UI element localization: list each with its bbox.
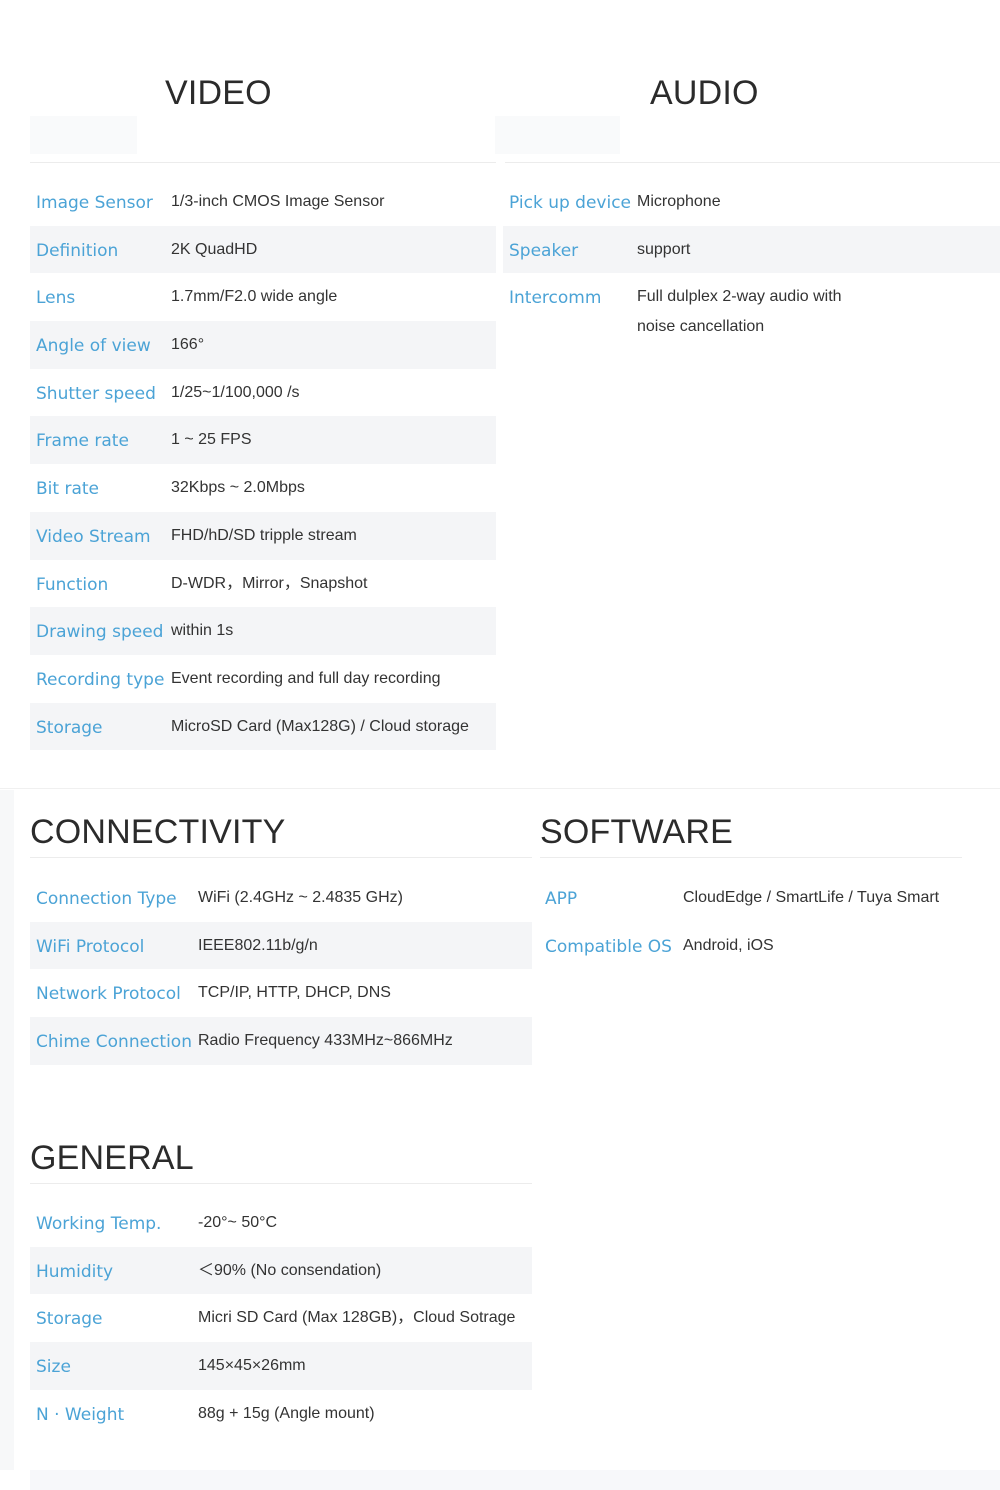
software-spec-row: APP CloudEdge / SmartLife / Tuya Smart bbox=[539, 874, 969, 922]
general-spec-label: Size bbox=[36, 1357, 71, 1378]
video-spec-label: Image Sensor bbox=[36, 193, 153, 213]
software-title: SOFTWARE bbox=[540, 813, 733, 851]
video-spec-value: 166° bbox=[171, 336, 205, 354]
general-spec-row: N · Weight 88g + 15g (Angle mount) bbox=[30, 1390, 532, 1438]
video-spec-row: Bit rate 32Kbps ~ 2.0Mbps bbox=[30, 464, 496, 512]
general-title: GENERAL bbox=[30, 1139, 194, 1177]
video-spec-row: Image Sensor 1/3-inch CMOS Image Sensor bbox=[30, 178, 496, 226]
video-spec-row: Frame rate 1 ~ 25 FPS bbox=[30, 416, 496, 465]
video-title-rule bbox=[30, 162, 496, 163]
audio-spec-value: Full dulplex 2-way audio with noise canc… bbox=[637, 288, 842, 336]
bottom-band bbox=[30, 1470, 1000, 1490]
video-spec-value: 32Kbps ~ 2.0Mbps bbox=[171, 479, 305, 497]
general-spec-label: N · Weight bbox=[36, 1404, 125, 1425]
video-spec-value: 1.7mm/F2.0 wide angle bbox=[171, 288, 338, 306]
video-spec-row: Definition 2K QuadHD bbox=[30, 225, 496, 274]
video-spec-label: Bit rate bbox=[36, 479, 99, 500]
audio-spec-row: Intercomm Full dulplex 2-way audio with n… bbox=[503, 273, 1000, 342]
software-spec-value: CloudEdge / SmartLife / Tuya Smart bbox=[683, 889, 940, 906]
video-spec-value: MicroSD Card (Max128G) / Cloud storage bbox=[171, 717, 469, 735]
video-spec-value: within 1s bbox=[171, 622, 234, 640]
general-spec-value: 88g + 15g (Angle mount) bbox=[198, 1404, 375, 1422]
connectivity-spec-row: Network Protocol TCP/IP, HTTP, DHCP, DNS bbox=[30, 969, 532, 1017]
connectivity-spec-row: WiFi Protocol IEEE802.11b/g/n bbox=[30, 921, 532, 970]
audio-spec-table: Pick up device Microphone Speaker support In… bbox=[503, 178, 1000, 342]
video-spec-value: 1/3-inch CMOS Image Sensor bbox=[171, 193, 385, 210]
connectivity-spec-label: Chime Connection bbox=[36, 1032, 192, 1053]
general-spec-row: Working Temp. -20°~ 50°C bbox=[30, 1199, 532, 1247]
audio-spec-label: Speaker bbox=[509, 240, 579, 261]
video-spec-value: 2K QuadHD bbox=[171, 240, 258, 258]
video-title-ghost bbox=[30, 116, 137, 154]
section-divider bbox=[0, 788, 1000, 789]
video-spec-label: Frame rate bbox=[36, 431, 129, 452]
general-spec-value: -20°~ 50°C bbox=[198, 1214, 278, 1231]
audio-spec-value: support bbox=[637, 240, 691, 258]
general-spec-row: Humidity ＜90% (No consendation) bbox=[30, 1246, 532, 1295]
video-spec-label: Recording type bbox=[36, 669, 165, 690]
connectivity-spec-row: Chime Connection Radio Frequency 433MHz~8… bbox=[30, 1017, 532, 1065]
video-spec-label: Video Stream bbox=[36, 526, 151, 547]
video-spec-value: 1 ~ 25 FPS bbox=[171, 431, 252, 449]
general-spec-value: Micri SD Card (Max 128GB)，Cloud Sotrage bbox=[198, 1309, 516, 1327]
video-spec-label: Definition bbox=[36, 240, 119, 261]
general-spec-value: 145×45×26mm bbox=[198, 1357, 306, 1375]
audio-title-rule bbox=[505, 162, 1000, 163]
audio-spec-label: Intercomm bbox=[509, 288, 602, 309]
general-title-rule bbox=[30, 1183, 532, 1184]
video-spec-row: Angle of view 166° bbox=[30, 321, 496, 369]
video-spec-row: Shutter speed 1/25~1/100,000 /s bbox=[30, 369, 496, 417]
video-spec-label: Function bbox=[36, 574, 109, 595]
general-spec-label: Storage bbox=[36, 1309, 103, 1330]
video-spec-row: Function D-WDR，Mirror，Snapshot bbox=[30, 560, 496, 608]
audio-spec-row: Speaker support bbox=[503, 225, 1000, 274]
connectivity-spec-value: IEEE802.11b/g/n bbox=[198, 936, 318, 954]
connectivity-spec-label: WiFi Protocol bbox=[36, 936, 145, 957]
software-spec-row: Compatible OS Android, iOS bbox=[539, 922, 969, 970]
video-spec-label: Drawing speed bbox=[36, 622, 164, 643]
connectivity-spec-row: Connection Type WiFi (2.4GHz ~ 2.4835 GHz… bbox=[30, 874, 532, 922]
connectivity-spec-label: Network Protocol bbox=[36, 984, 181, 1005]
software-spec-label: Compatible OS bbox=[545, 936, 672, 957]
video-spec-row: Video Stream FHD/hD/SD tripple stream bbox=[30, 511, 496, 560]
video-spec-row: Recording type Event recording and full d… bbox=[30, 655, 496, 703]
general-spec-row: Storage Micri SD Card (Max 128GB)，Cloud S… bbox=[30, 1294, 532, 1342]
general-spec-value: ＜90% (No consendation) bbox=[198, 1261, 382, 1279]
video-spec-label: Lens bbox=[36, 288, 76, 309]
video-spec-row: Drawing speed within 1s bbox=[30, 607, 496, 655]
software-spec-table: APP CloudEdge / SmartLife / Tuya Smart Com… bbox=[539, 874, 969, 969]
audio-spec-row: Pick up device Microphone bbox=[503, 178, 1000, 226]
general-spec-label: Humidity bbox=[36, 1261, 114, 1282]
video-spec-label: Shutter speed bbox=[36, 383, 156, 404]
left-edge-band bbox=[0, 790, 14, 1470]
general-spec-label: Working Temp. bbox=[36, 1214, 162, 1234]
connectivity-spec-value: Radio Frequency 433MHz~866MHz bbox=[198, 1032, 453, 1050]
video-spec-row: Storage MicroSD Card (Max128G) / Cloud st… bbox=[30, 702, 496, 751]
video-spec-value: FHD/hD/SD tripple stream bbox=[171, 526, 357, 544]
connectivity-spec-value: TCP/IP, HTTP, DHCP, DNS bbox=[198, 984, 391, 1002]
video-spec-row: Lens 1.7mm/F2.0 wide angle bbox=[30, 273, 496, 321]
connectivity-spec-table: Connection Type WiFi (2.4GHz ~ 2.4835 GHz… bbox=[30, 874, 532, 1065]
video-title: VIDEO bbox=[165, 74, 272, 112]
audio-title: AUDIO bbox=[650, 74, 759, 112]
video-spec-value: Event recording and full day recording bbox=[171, 669, 441, 687]
audio-spec-value: Microphone bbox=[637, 193, 721, 210]
video-spec-value: D-WDR，Mirror，Snapshot bbox=[171, 574, 368, 592]
connectivity-title-rule bbox=[30, 857, 532, 858]
software-title-rule bbox=[540, 857, 962, 858]
connectivity-spec-value: WiFi (2.4GHz ~ 2.4835 GHz) bbox=[198, 889, 403, 906]
video-spec-label: Angle of view bbox=[36, 336, 151, 357]
software-spec-value: Android, iOS bbox=[683, 936, 774, 954]
audio-spec-label: Pick up device bbox=[509, 193, 632, 213]
software-spec-label: APP bbox=[545, 889, 578, 909]
connectivity-title: CONNECTIVITY bbox=[30, 813, 286, 851]
general-spec-row: Size 145×45×26mm bbox=[30, 1342, 532, 1390]
general-spec-table: Working Temp. -20°~ 50°C Humidity ＜90% (No … bbox=[30, 1199, 532, 1437]
video-spec-label: Storage bbox=[36, 717, 103, 738]
audio-title-ghost bbox=[495, 116, 620, 154]
connectivity-spec-label: Connection Type bbox=[36, 889, 177, 909]
video-spec-table: Image Sensor 1/3-inch CMOS Image Sensor De… bbox=[30, 178, 496, 751]
video-spec-value: 1/25~1/100,000 /s bbox=[171, 383, 300, 401]
